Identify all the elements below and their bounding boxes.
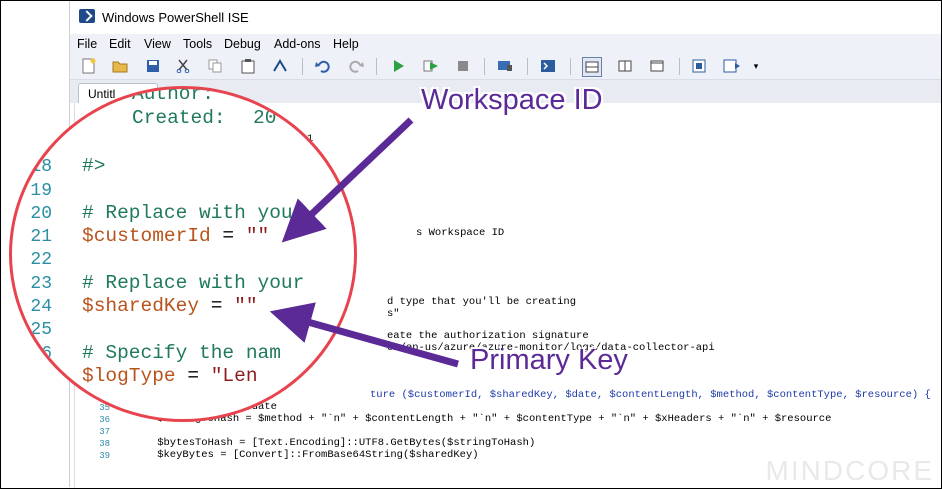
mindcore-watermark: MINDCORE: [765, 455, 934, 486]
workspace-id-arrow: [281, 117, 414, 243]
primary-key-callout: Primary Key: [470, 344, 628, 376]
workspace-id-callout: Workspace ID: [421, 84, 603, 116]
primary-key-arrow: [269, 302, 459, 368]
callout-arrows: [269, 117, 459, 368]
